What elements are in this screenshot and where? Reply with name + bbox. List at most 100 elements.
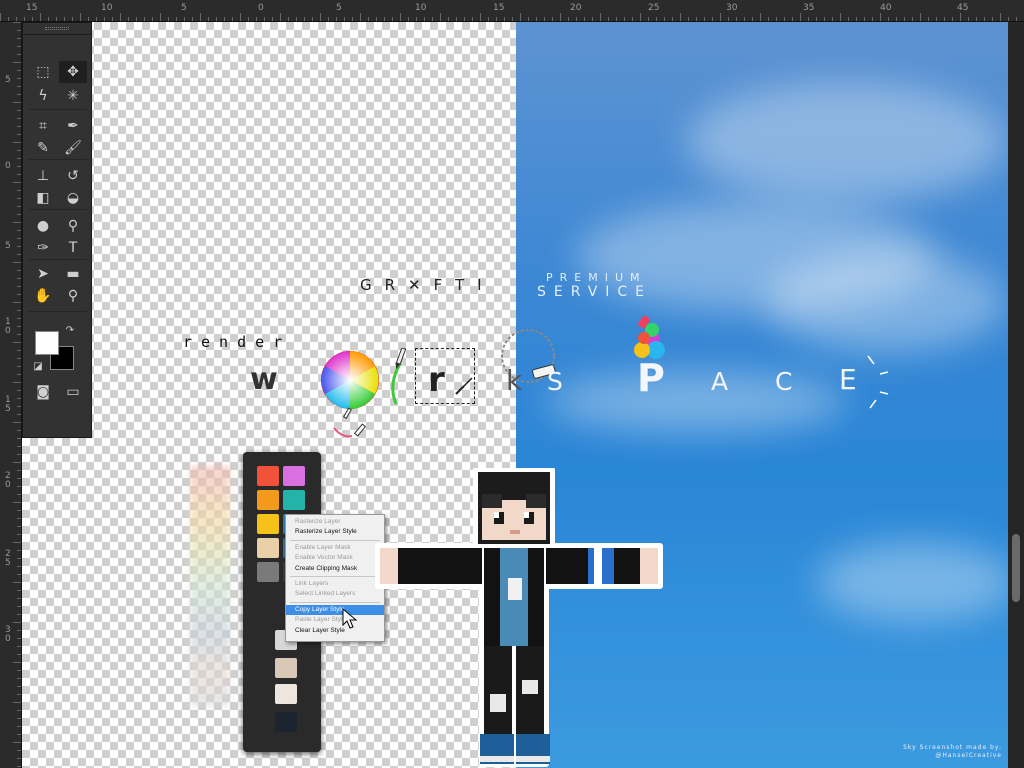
ruler-tick [152, 17, 153, 21]
brush-tool-icon[interactable]: 🖌 [59, 137, 87, 159]
ruler-tick [17, 518, 21, 519]
ruler-tick [13, 462, 21, 463]
ruler-tick [992, 17, 993, 21]
crop-tool-icon[interactable]: ⌗ [29, 115, 57, 137]
quick-mask-icon[interactable]: ◙ [29, 381, 57, 403]
ruler-tick [816, 17, 817, 21]
ruler-tick [17, 134, 21, 135]
history-brush-tool-icon[interactable]: ↺ [59, 165, 87, 187]
render-text: render [183, 333, 292, 351]
shape-tool-icon[interactable]: ▬ [59, 263, 87, 285]
default-colors-icon[interactable]: ◪ [31, 359, 45, 373]
healing-tool-icon[interactable]: ✎ [29, 137, 57, 159]
ruler-tick [17, 678, 21, 679]
ruler-tick [952, 17, 953, 21]
ruler-tick [80, 13, 81, 21]
screen-mode-icon[interactable]: ▭ [59, 381, 87, 403]
ruler-tick [48, 17, 49, 21]
ruler-label: 5 [336, 3, 342, 13]
color-swatch[interactable] [257, 490, 279, 510]
ruler-label: 15 [493, 3, 505, 13]
magic-wand-tool-icon[interactable]: ✳ [59, 85, 87, 107]
letter-w: w [250, 362, 278, 397]
foreground-color-swatch[interactable] [35, 331, 59, 355]
ruler-tick [832, 17, 833, 21]
blur-tool-icon[interactable]: ● [29, 215, 57, 237]
ruler-tick [17, 166, 21, 167]
ruler-tick [776, 17, 777, 21]
eraser-tool-icon[interactable]: ◧ [29, 187, 57, 209]
ruler-tick [13, 542, 21, 543]
stamp-tool-icon[interactable]: ⊥ [29, 165, 57, 187]
ruler-tick [888, 17, 889, 21]
color-swatch[interactable] [275, 658, 297, 678]
ruler-tick [17, 94, 21, 95]
hand-tool-icon[interactable]: ✋ [29, 285, 57, 307]
ruler-tick [600, 13, 601, 21]
ruler-label: 25 [648, 3, 660, 13]
marquee-tool-icon[interactable]: ⬚ [29, 61, 57, 83]
paint-bucket-tool-icon[interactable]: ◒ [59, 187, 87, 209]
eyedropper-tool-icon[interactable]: ✒ [59, 115, 87, 137]
ruler-label: 0 [258, 3, 264, 13]
vertical-scrollbar[interactable] [1008, 22, 1024, 768]
color-swatch[interactable] [283, 490, 305, 510]
ruler-tick [872, 17, 873, 21]
ruler-label: 20 [570, 3, 582, 13]
ruler-vertical: 5 0 5 10 15 20 25 30 [0, 22, 22, 768]
ruler-tick [376, 17, 377, 21]
ruler-tick [17, 478, 21, 479]
mouse-cursor-icon [342, 608, 358, 629]
ruler-tick [272, 17, 273, 21]
swap-colors-icon[interactable]: ↷ [63, 323, 77, 337]
document-canvas[interactable]: GR✕FTI PREMIUM SERVICE render w r k S P … [22, 22, 1008, 768]
scrollbar-thumb[interactable] [1012, 534, 1020, 602]
ruler-tick [13, 102, 21, 103]
ruler-tick [17, 630, 21, 631]
ruler-tick [672, 17, 673, 21]
ruler-tick [17, 694, 21, 695]
ruler-tick [17, 70, 21, 71]
color-swatch[interactable] [257, 538, 279, 558]
color-swatch[interactable] [275, 684, 297, 704]
ruler-tick [704, 17, 705, 21]
ruler-tick [208, 17, 209, 21]
type-tool-icon[interactable]: T [59, 237, 87, 259]
letter-s: S [547, 367, 563, 396]
color-swatch[interactable] [283, 466, 305, 486]
ruler-tick [784, 17, 785, 21]
ruler-tick [712, 17, 713, 21]
color-swatch[interactable] [257, 514, 279, 534]
toolbox-divider [29, 311, 87, 312]
ruler-tick [13, 742, 21, 743]
ruler-tick [17, 254, 21, 255]
color-swatch[interactable] [257, 466, 279, 486]
color-swatch[interactable] [275, 712, 297, 732]
ruler-tick [17, 270, 21, 271]
ruler-tick [408, 17, 409, 21]
dodge-tool-icon[interactable]: ⚲ [59, 215, 87, 237]
pen-tool-icon[interactable]: ✑ [29, 237, 57, 259]
ruler-tick [17, 534, 21, 535]
ruler-tick [416, 17, 417, 21]
ruler-tick [624, 17, 625, 21]
move-tool-icon[interactable]: ✥ [59, 61, 87, 83]
ruler-tick [736, 17, 737, 21]
ruler-tick [17, 46, 21, 47]
path-select-tool-icon[interactable]: ➤ [29, 263, 57, 285]
lasso-tool-icon[interactable]: ϟ [29, 85, 57, 107]
zoom-tool-icon[interactable]: ⚲ [59, 285, 87, 307]
color-swatch[interactable] [257, 562, 279, 582]
ruler-label: 15 [26, 3, 38, 13]
panel-grip[interactable] [23, 23, 91, 35]
ruler-tick [752, 17, 753, 21]
ruler-tick [24, 17, 25, 21]
ruler-tick [17, 310, 21, 311]
ruler-tick [17, 614, 21, 615]
letter-p: P [637, 356, 665, 400]
ruler-tick [1008, 17, 1009, 21]
ruler-tick [17, 214, 21, 215]
ruler-tick [304, 17, 305, 21]
ruler-tick [17, 30, 21, 31]
ruler-tick [17, 486, 21, 487]
